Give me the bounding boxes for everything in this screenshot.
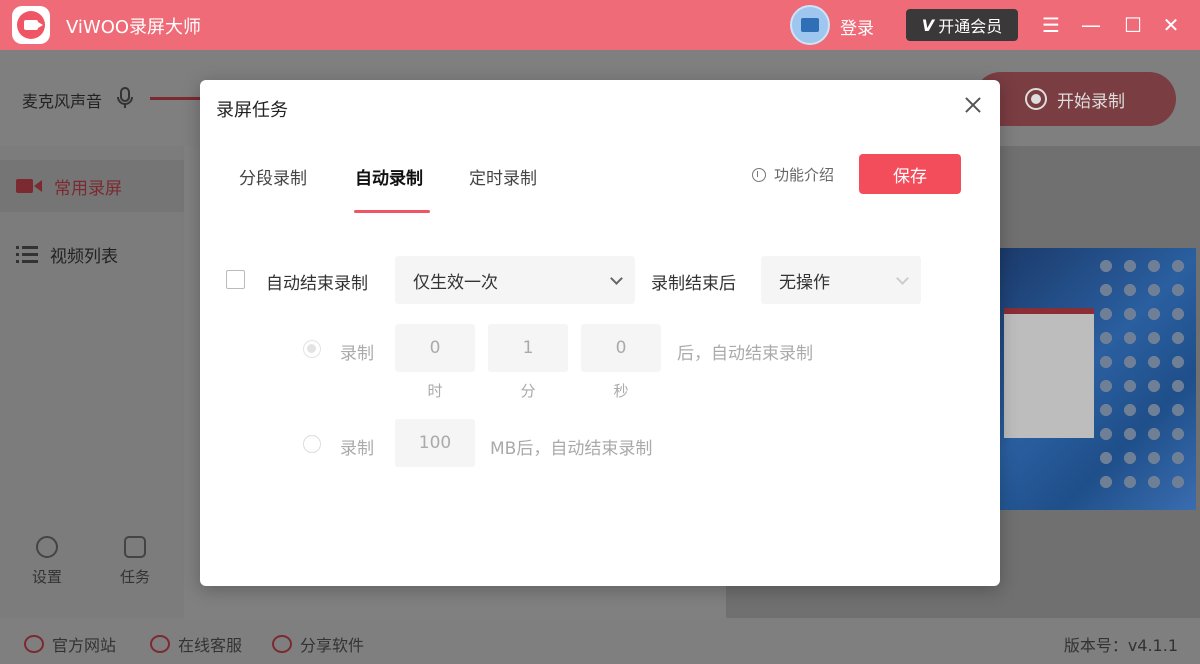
duration-prefix: 录制 <box>340 344 374 364</box>
globe-icon <box>24 635 44 653</box>
footer: 官方网站 在线客服 分享软件 版本号：v4.1.1 <box>0 618 1200 664</box>
close-window-icon[interactable]: ✕ <box>1158 12 1184 38</box>
headset-icon <box>150 635 170 653</box>
tasks-label: 任务 <box>119 568 150 586</box>
app-logo <box>12 6 50 44</box>
record-icon <box>1025 88 1047 110</box>
list-icon <box>16 246 38 263</box>
minimize-icon[interactable]: — <box>1078 12 1104 38</box>
settings-button[interactable]: 设置 <box>17 536 77 587</box>
menu-icon[interactable]: ☰ <box>1038 12 1064 38</box>
info-icon <box>752 167 766 182</box>
app-title: ViWOO录屏大师 <box>66 17 202 38</box>
share-link[interactable]: 分享软件 <box>272 632 364 656</box>
preview-window <box>1004 308 1094 438</box>
start-record-button[interactable]: 开始录制 <box>974 72 1176 126</box>
vip-icon: V <box>921 15 935 35</box>
frequency-select-value: 仅生效一次 <box>413 272 498 293</box>
close-icon[interactable] <box>962 94 984 116</box>
version-label: 版本号：v4.1.1 <box>1063 636 1178 655</box>
chevron-down-icon <box>610 272 623 285</box>
tab-segment-record[interactable]: 分段录制 <box>239 164 307 189</box>
feature-intro-label: 功能介绍 <box>774 166 835 184</box>
preview-desktop-icons <box>1094 254 1190 494</box>
video-camera-icon <box>16 179 42 193</box>
tab-scheduled-record[interactable]: 定时录制 <box>469 164 537 189</box>
size-suffix: MB后，自动结束录制 <box>490 439 653 459</box>
hour-unit: 时 <box>427 382 443 400</box>
minutes-input[interactable]: 1 <box>488 324 568 372</box>
tab-auto-record[interactable]: 自动录制 <box>355 164 423 189</box>
screen-preview-image <box>1000 248 1196 510</box>
minute-unit: 分 <box>520 382 536 400</box>
tasks-button[interactable]: 任务 <box>105 536 165 587</box>
second-unit: 秒 <box>613 382 629 400</box>
active-tab-indicator <box>354 210 430 213</box>
maximize-icon[interactable]: ☐ <box>1120 12 1146 38</box>
support-label: 在线客服 <box>178 636 243 655</box>
frequency-select[interactable]: 仅生效一次 <box>395 256 635 304</box>
sidebar-item-label: 常用录屏 <box>54 178 122 199</box>
login-link[interactable]: 登录 <box>840 14 874 39</box>
clipboard-icon <box>124 536 146 558</box>
after-record-label: 录制结束后 <box>651 274 736 294</box>
mic-label: 麦克风声音 <box>22 92 103 111</box>
official-site-link[interactable]: 官方网站 <box>24 632 116 656</box>
feature-intro-link[interactable]: 功能介绍 <box>752 164 834 185</box>
sidebar-item-video-list[interactable]: 视频列表 <box>0 228 184 280</box>
seconds-input[interactable]: 0 <box>581 324 661 372</box>
size-prefix: 录制 <box>340 439 374 459</box>
save-button[interactable]: 保存 <box>859 154 961 194</box>
duration-radio[interactable] <box>303 340 321 358</box>
sidebar-item-label: 视频列表 <box>50 246 118 267</box>
start-record-label: 开始录制 <box>1057 91 1125 112</box>
auto-stop-label: 自动结束录制 <box>266 274 368 294</box>
vip-button[interactable]: V 开通会员 <box>906 9 1018 41</box>
share-label: 分享软件 <box>300 636 365 655</box>
size-radio[interactable] <box>303 435 321 453</box>
chevron-down-icon <box>896 272 909 285</box>
after-action-select[interactable]: 无操作 <box>761 256 921 304</box>
record-task-dialog: 录屏任务 分段录制 自动录制 定时录制 功能介绍 保存 自动结束录制 仅生效一次… <box>200 80 1000 586</box>
user-avatar[interactable] <box>790 5 830 45</box>
title-bar: ViWOO录屏大师 登录 V 开通会员 ☰ — ☐ ✕ <box>0 0 1200 50</box>
after-action-select-value: 无操作 <box>779 272 830 293</box>
sidebar: 常用录屏 视频列表 设置 任务 <box>0 146 184 618</box>
share-icon <box>272 635 292 653</box>
size-input[interactable]: 100 <box>395 419 475 467</box>
auto-stop-checkbox[interactable] <box>226 270 245 289</box>
dialog-title: 录屏任务 <box>216 100 288 121</box>
vip-label: 开通会员 <box>938 17 1003 36</box>
support-link[interactable]: 在线客服 <box>150 632 242 656</box>
duration-suffix: 后，自动结束录制 <box>677 344 813 364</box>
gear-icon <box>36 536 58 558</box>
sidebar-item-common-record[interactable]: 常用录屏 <box>0 160 184 212</box>
settings-label: 设置 <box>31 568 62 586</box>
hours-input[interactable]: 0 <box>395 324 475 372</box>
official-site-label: 官方网站 <box>52 636 117 655</box>
microphone-icon[interactable] <box>114 86 136 110</box>
